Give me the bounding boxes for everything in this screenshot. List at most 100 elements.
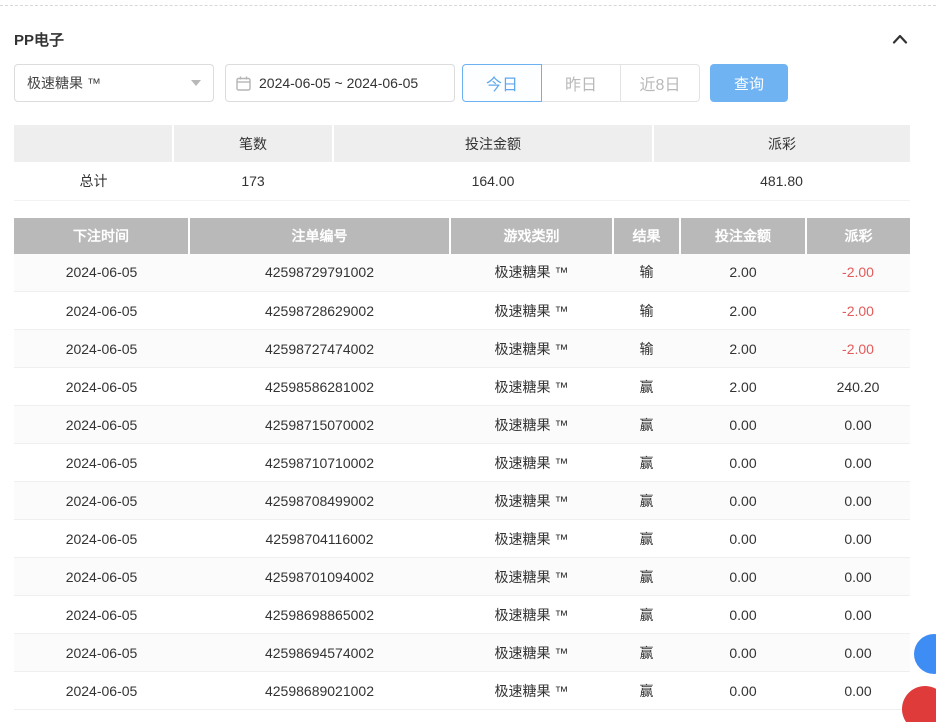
calendar-icon: [236, 76, 251, 91]
cell-order-number: 42598728629002: [189, 292, 450, 330]
game-select-value: 极速糖果 ™: [27, 73, 101, 93]
table-row: 2024-06-05 42598698865002 极速糖果 ™ 赢 0.00 …: [14, 596, 910, 634]
cell-bet-amount: 2.00: [680, 330, 806, 368]
table-row: 2024-06-05 42598710710002 极速糖果 ™ 赢 0.00 …: [14, 444, 910, 482]
yesterday-button[interactable]: 昨日: [541, 64, 621, 102]
date-range-input[interactable]: 2024-06-05 ~ 2024-06-05: [225, 64, 455, 102]
cell-bet-amount: 0.00: [680, 482, 806, 520]
header-order-number: 注单编号: [189, 218, 450, 254]
cell-result: 赢: [613, 520, 680, 558]
table-row: 2024-06-05 42598694574002 极速糖果 ™ 赢 0.00 …: [14, 634, 910, 672]
table-row: 2024-06-05 42598689021002 极速糖果 ™ 赢 0.00 …: [14, 672, 910, 710]
cell-payout: 0.00: [806, 444, 910, 482]
filter-bar: 极速糖果 ™ 2024-06-05 ~ 2024-06-05 今日 昨日 近8日…: [14, 64, 910, 102]
summary-header-bet-amount: 投注金额: [333, 125, 653, 162]
summary-total-bet-amount: 164.00: [333, 162, 653, 200]
cell-game-type: 极速糖果 ™: [450, 634, 613, 672]
summary-total-payout: 481.80: [653, 162, 910, 200]
cell-bet-amount: 0.00: [680, 406, 806, 444]
cell-payout: 0.00: [806, 520, 910, 558]
cell-order-number: 42598694574002: [189, 634, 450, 672]
cell-result: 输: [613, 330, 680, 368]
cell-bet-amount: 0.00: [680, 520, 806, 558]
cell-payout: -2.00: [806, 254, 910, 292]
cell-bet-amount: 2.00: [680, 254, 806, 292]
cell-bet-amount: 0.00: [680, 444, 806, 482]
cell-result: 赢: [613, 634, 680, 672]
cell-order-number: 42598701094002: [189, 558, 450, 596]
cell-bet-time: 2024-06-05: [14, 596, 189, 634]
cell-result: 赢: [613, 406, 680, 444]
collapse-button[interactable]: [888, 29, 912, 49]
summary-total-label: 总计: [14, 162, 173, 200]
table-row: 2024-06-05 42598729791002 极速糖果 ™ 输 2.00 …: [14, 254, 910, 292]
cell-game-type: 极速糖果 ™: [450, 482, 613, 520]
summary-total-count: 173: [173, 162, 333, 200]
bet-table-header-row: 下注时间 注单编号 游戏类别 结果 投注金额 派彩: [14, 218, 910, 254]
bet-records-table: 下注时间 注单编号 游戏类别 结果 投注金额 派彩 2024-06-05 425…: [14, 218, 910, 711]
cell-order-number: 42598708499002: [189, 482, 450, 520]
cell-bet-time: 2024-06-05: [14, 634, 189, 672]
cell-game-type: 极速糖果 ™: [450, 672, 613, 710]
cell-bet-amount: 0.00: [680, 634, 806, 672]
table-row: 2024-06-05 42598708499002 极速糖果 ™ 赢 0.00 …: [14, 482, 910, 520]
header-game-type: 游戏类别: [450, 218, 613, 254]
cell-game-type: 极速糖果 ™: [450, 520, 613, 558]
cell-order-number: 42598715070002: [189, 406, 450, 444]
cell-order-number: 42598727474002: [189, 330, 450, 368]
customer-service-button[interactable]: [914, 634, 936, 674]
cell-result: 赢: [613, 596, 680, 634]
table-row: 2024-06-05 42598701094002 极速糖果 ™ 赢 0.00 …: [14, 558, 910, 596]
header-bet-time: 下注时间: [14, 218, 189, 254]
summary-header-payout: 派彩: [653, 125, 910, 162]
cell-game-type: 极速糖果 ™: [450, 368, 613, 406]
quick-date-buttons: 今日 昨日 近8日: [462, 64, 700, 102]
cell-result: 赢: [613, 482, 680, 520]
cell-game-type: 极速糖果 ™: [450, 558, 613, 596]
cell-bet-amount: 0.00: [680, 596, 806, 634]
header-bet-amount: 投注金额: [680, 218, 806, 254]
cell-result: 赢: [613, 672, 680, 710]
cell-bet-time: 2024-06-05: [14, 482, 189, 520]
date-range-value: 2024-06-05 ~ 2024-06-05: [259, 75, 418, 91]
table-row: 2024-06-05 42598727474002 极速糖果 ™ 输 2.00 …: [14, 330, 910, 368]
cell-result: 输: [613, 292, 680, 330]
cell-bet-time: 2024-06-05: [14, 254, 189, 292]
cell-payout: 0.00: [806, 634, 910, 672]
panel-header: PP电子: [14, 6, 910, 50]
cell-order-number: 42598586281002: [189, 368, 450, 406]
cell-bet-amount: 2.00: [680, 368, 806, 406]
cell-bet-amount: 0.00: [680, 558, 806, 596]
cell-order-number: 42598710710002: [189, 444, 450, 482]
cell-bet-time: 2024-06-05: [14, 330, 189, 368]
header-result: 结果: [613, 218, 680, 254]
cell-game-type: 极速糖果 ™: [450, 330, 613, 368]
query-button[interactable]: 查询: [710, 64, 788, 102]
table-row: 2024-06-05 42598728629002 极速糖果 ™ 输 2.00 …: [14, 292, 910, 330]
game-select[interactable]: 极速糖果 ™: [14, 64, 214, 102]
cell-order-number: 42598689021002: [189, 672, 450, 710]
cell-bet-amount: 2.00: [680, 292, 806, 330]
cell-game-type: 极速糖果 ™: [450, 254, 613, 292]
table-row: 2024-06-05 42598586281002 极速糖果 ™ 赢 2.00 …: [14, 368, 910, 406]
cell-payout: -2.00: [806, 330, 910, 368]
cell-game-type: 极速糖果 ™: [450, 292, 613, 330]
last-8-days-button[interactable]: 近8日: [620, 64, 700, 102]
cell-payout: 0.00: [806, 482, 910, 520]
bet-table-body: 2024-06-05 42598729791002 极速糖果 ™ 输 2.00 …: [14, 254, 910, 710]
cell-payout: 240.20: [806, 368, 910, 406]
cell-bet-time: 2024-06-05: [14, 558, 189, 596]
cell-bet-time: 2024-06-05: [14, 368, 189, 406]
cell-bet-amount: 0.00: [680, 672, 806, 710]
summary-table: 笔数 投注金额 派彩 总计 173 164.00 481.80: [14, 125, 910, 201]
cell-order-number: 42598729791002: [189, 254, 450, 292]
header-payout: 派彩: [806, 218, 910, 254]
cell-payout: 0.00: [806, 672, 910, 710]
cell-order-number: 42598704116002: [189, 520, 450, 558]
summary-header-row: 笔数 投注金额 派彩: [14, 125, 910, 162]
table-row: 2024-06-05 42598704116002 极速糖果 ™ 赢 0.00 …: [14, 520, 910, 558]
cell-result: 输: [613, 254, 680, 292]
today-button[interactable]: 今日: [462, 64, 542, 102]
chevron-up-icon: [892, 34, 908, 44]
table-row: 2024-06-05 42598715070002 极速糖果 ™ 赢 0.00 …: [14, 406, 910, 444]
